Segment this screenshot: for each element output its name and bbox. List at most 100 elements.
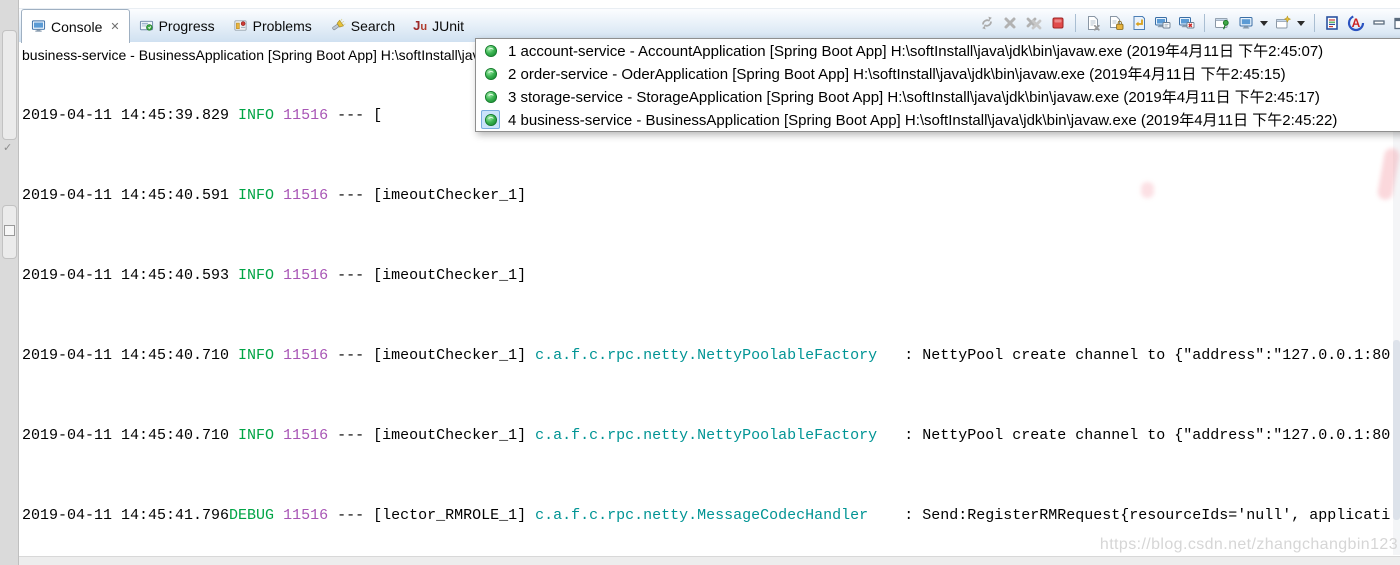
tab-problems[interactable]: Problems	[224, 9, 321, 42]
log[interactable]: 2019-04-11 14:45:39.829 INFO 11516 --- […	[22, 66, 1390, 565]
log-line: 2019-04-11 14:45:40.591 INFO 11516 --- […	[22, 186, 1390, 206]
log-level: DEBUG	[229, 507, 275, 524]
log-separator: ---	[328, 107, 374, 124]
tab-junit[interactable]: Ju JUnit	[404, 9, 473, 42]
log-thread: [lector_RMROLE_1]	[373, 507, 536, 524]
log-level: INFO	[229, 427, 275, 444]
tab-label: Progress	[158, 17, 215, 34]
display-selected-console-icon[interactable]	[1238, 15, 1255, 31]
running-app-icon	[481, 87, 500, 106]
log-timestamp: 2019-04-11 14:45:40.710	[22, 427, 230, 444]
tab-label: Search	[350, 17, 396, 34]
svg-text:A: A	[1352, 16, 1361, 30]
log-line: 2019-04-11 14:45:40.710 INFO 11516 --- […	[22, 346, 1390, 366]
log-level: INFO	[229, 267, 275, 284]
collapsed-panel[interactable]	[2, 30, 17, 140]
log-logger: c.a.f.c.rpc.netty.MessageCodecHandler	[535, 507, 905, 524]
watermark-artifact	[1141, 182, 1154, 198]
log-separator: ---	[328, 187, 374, 204]
log-timestamp: 2019-04-11 14:45:40.593	[22, 267, 230, 284]
pin-console-icon[interactable]	[1214, 15, 1231, 31]
minimize-icon[interactable]	[1372, 17, 1386, 30]
toolbar-separator	[1075, 14, 1076, 32]
log-pid: 11516	[274, 507, 329, 524]
view-bottom-edge	[19, 556, 1400, 565]
log-thread: [imeoutChecker_1]	[373, 347, 536, 364]
problems-icon	[234, 20, 247, 31]
display-console-chevron-icon[interactable]	[1260, 20, 1268, 26]
open-console-icon[interactable]	[1275, 15, 1292, 31]
scroll-lock-icon[interactable]	[1108, 15, 1124, 31]
console-icon	[31, 20, 46, 32]
log-separator: ---	[328, 507, 374, 524]
check-glyph-icon: ✓	[3, 142, 13, 154]
tab-label: Console	[51, 18, 103, 35]
running-app-icon	[481, 64, 500, 83]
toolbar-separator	[1314, 14, 1315, 32]
log-timestamp: 2019-04-11 14:45:39.829	[22, 107, 230, 124]
log-logger: c.a.f.c.rpc.netty.NettyPoolableFactory	[535, 427, 905, 444]
vertical-scrollbar-thumb[interactable]	[1393, 340, 1400, 520]
console-option-2[interactable]: 2 order-service - OderApplication [Sprin…	[476, 62, 1400, 85]
tab-progress[interactable]: Progress	[130, 9, 224, 42]
console-option-3[interactable]: 3 storage-service - StorageApplication […	[476, 85, 1400, 108]
csdn-watermark: https://blog.csdn.net/zhangchangbin123	[1099, 536, 1398, 553]
progress-icon	[139, 20, 153, 31]
console-option-label: 1 account-service - AccountApplication […	[508, 43, 1324, 60]
restart-icon[interactable]	[979, 15, 995, 31]
log-message: : NettyPool create channel to {"address"…	[904, 347, 1391, 364]
open-console-chevron-icon[interactable]	[1297, 20, 1305, 26]
log-timestamp: 2019-04-11 14:45:41.796	[22, 507, 230, 524]
junit-icon: Ju	[413, 18, 428, 33]
log-timestamp: 2019-04-11 14:45:40.710	[22, 347, 230, 364]
log-level: INFO	[229, 107, 275, 124]
eclipse-console-window: ✓ Console ✕ Progress Problems Search Ju …	[0, 0, 1400, 565]
console-option-label: 4 business-service - BusinessApplication…	[508, 112, 1338, 129]
log-thread: [imeoutChecker_1]	[373, 187, 536, 204]
log-separator: ---	[328, 427, 374, 444]
remove-all-terminated-icon[interactable]	[1025, 15, 1043, 31]
log-line: 2019-04-11 14:45:40.593 INFO 11516 --- […	[22, 266, 1390, 286]
console-option-label: 2 order-service - OderApplication [Sprin…	[508, 66, 1286, 83]
maximize-icon[interactable]	[1393, 17, 1400, 30]
close-icon[interactable]: ✕	[110, 20, 119, 33]
tab-search[interactable]: Search	[321, 9, 404, 42]
log-timestamp: 2019-04-11 14:45:40.591	[22, 187, 230, 204]
console-toolbar: A	[979, 14, 1400, 32]
log-thread: [imeoutChecker_1]	[373, 267, 536, 284]
console-selection-dropdown: 1 account-service - AccountApplication […	[475, 38, 1400, 132]
collapsed-view-strip[interactable]: ✓	[0, 0, 19, 565]
log-separator: ---	[328, 347, 374, 364]
annotation-a-icon[interactable]: A	[1347, 14, 1365, 32]
log-pid: 11516	[274, 347, 329, 364]
log-level: INFO	[229, 347, 275, 364]
show-stderr-console-icon[interactable]	[1178, 15, 1195, 31]
running-app-icon-selected	[481, 110, 500, 129]
log-message: : NettyPool create channel to {"address"…	[904, 427, 1391, 444]
log-thread: [imeoutChecker_1]	[373, 427, 536, 444]
remove-launch-icon[interactable]	[1002, 15, 1018, 31]
show-stdout-console-icon[interactable]	[1154, 15, 1171, 31]
console-option-1[interactable]: 1 account-service - AccountApplication […	[476, 39, 1400, 62]
console-option-4-selected[interactable]: 4 business-service - BusinessApplication…	[476, 108, 1400, 131]
log-separator: ---	[328, 267, 374, 284]
console-option-label: 3 storage-service - StorageApplication […	[508, 89, 1320, 106]
log-level: INFO	[229, 187, 275, 204]
log-message: : Send:RegisterRMRequest{resourceIds='nu…	[904, 507, 1391, 524]
collapsed-panel-icon	[4, 225, 15, 236]
toolbar-separator	[1204, 14, 1205, 32]
log-pid: 11516	[274, 267, 329, 284]
running-app-icon	[481, 41, 500, 60]
log-logger: c.a.f.c.rpc.netty.NettyPoolableFactory	[535, 347, 905, 364]
word-wrap-icon[interactable]	[1131, 15, 1147, 31]
form-view-icon[interactable]	[1324, 15, 1340, 31]
log-pid: 11516	[274, 187, 329, 204]
view-tabs: Console ✕ Progress Problems Search Ju JU…	[21, 9, 473, 43]
log-pid: 11516	[274, 427, 329, 444]
terminate-icon[interactable]	[1050, 15, 1066, 31]
tab-label: JUnit	[432, 17, 464, 34]
log-pid: 11516	[274, 107, 329, 124]
search-icon	[332, 18, 346, 31]
clear-console-icon[interactable]	[1085, 15, 1101, 31]
tab-console[interactable]: Console ✕	[21, 9, 130, 43]
